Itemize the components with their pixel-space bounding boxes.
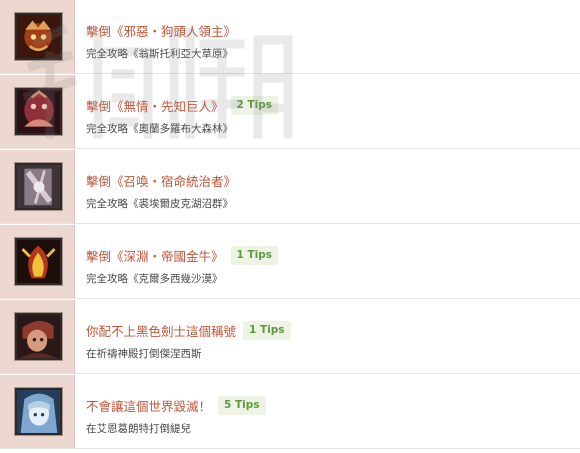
- achievement-description: 完全攻略《克爾多西幾沙漠》: [86, 273, 223, 285]
- achievement-title[interactable]: 擊倒《無情・先知巨人》: [86, 96, 224, 115]
- tips-badge[interactable]: 1 Tips: [230, 245, 279, 265]
- kobold-lord-portrait-icon: [15, 13, 62, 60]
- tips-badge[interactable]: 2 Tips: [230, 95, 279, 115]
- tips-badge[interactable]: 5 Tips: [218, 395, 266, 415]
- golden-bull-portrait-icon: [15, 238, 62, 285]
- achievement-row: 擊倒《深淵・帝國金牛》 1 Tips 完全攻略《克爾多西幾沙漠》: [0, 225, 580, 299]
- achievement-description: 完全攻略《翁斯托利亞大草原》: [86, 48, 233, 60]
- giant-prophet-portrait-icon: [15, 88, 62, 135]
- achievement-row: 擊倒《無情・先知巨人》 2 Tips 完全攻略《奧蘭多羅布大森林》: [0, 75, 580, 149]
- achievement-description: 完全攻略《裘埃爾皮克湖沼群》: [86, 198, 233, 210]
- achievement-title[interactable]: 擊倒《深淵・帝國金牛》: [86, 246, 224, 265]
- achievement-row: 擊倒《邪惡・狗頭人領主》 完全攻略《翁斯托利亞大草原》: [0, 0, 580, 74]
- achievement-row: 不會讓這個世界毀滅！ 5 Tips 在艾恩葛朗特打倒緹兒: [0, 375, 580, 449]
- achievement-description: 在艾恩葛朗特打倒緹兒: [86, 423, 191, 435]
- achievement-title[interactable]: 你配不上黑色劍士這個稱號: [86, 321, 236, 340]
- achievement-list: 擊倒《邪惡・狗頭人領主》 完全攻略《翁斯托利亞大草原》 擊倒《無情・先知巨人》 …: [0, 0, 580, 453]
- achievement-title[interactable]: 擊倒《邪惡・狗頭人領主》: [86, 21, 236, 40]
- achievement-row: 你配不上黑色劍士這個稱號 1 Tips 在祈禱神殿打倒傑涅西斯: [0, 300, 580, 374]
- achievement-title[interactable]: 擊倒《召喚・宿命統治者》: [86, 171, 236, 190]
- swordsman-portrait-icon: [15, 313, 62, 360]
- achievement-row: 擊倒《召喚・宿命統治者》 完全攻略《裘埃爾皮克湖沼群》: [0, 150, 580, 224]
- achievement-description: 在祈禱神殿打倒傑涅西斯: [86, 348, 202, 360]
- summon-ruler-portrait-icon: [15, 163, 62, 210]
- achievement-description: 完全攻略《奧蘭多羅布大森林》: [86, 123, 233, 135]
- achievement-title[interactable]: 不會讓這個世界毀滅！: [86, 396, 211, 415]
- girl-portrait-icon: [15, 388, 62, 435]
- tips-badge[interactable]: 1 Tips: [243, 320, 291, 340]
